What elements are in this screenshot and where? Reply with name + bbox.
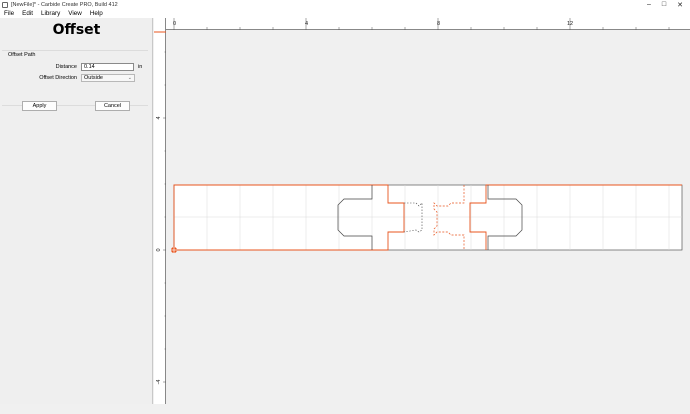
menu-bar: File Edit Library View Help xyxy=(0,9,690,18)
status-bar xyxy=(0,404,690,414)
offset-panel: Offset Offset Path Distance 0.14 in Offs… xyxy=(0,18,153,404)
distance-unit: in xyxy=(138,64,143,70)
apply-button[interactable]: Apply xyxy=(22,101,57,111)
origin-marker-icon xyxy=(171,247,177,253)
v-tick-label: -4 xyxy=(156,380,162,385)
h-tick-label: 12 xyxy=(567,21,573,27)
chevron-down-icon: ⌄ xyxy=(127,75,132,81)
menu-library[interactable]: Library xyxy=(41,10,60,17)
cancel-button[interactable]: Cancel xyxy=(95,101,130,111)
v-tick-label: 0 xyxy=(156,248,162,251)
h-tick-label: 4 xyxy=(305,21,308,27)
menu-edit[interactable]: Edit xyxy=(22,10,33,17)
offset-path-label: Offset Path xyxy=(8,52,36,58)
offset-direction-label: Offset Direction xyxy=(39,75,77,81)
minimize-button[interactable]: – xyxy=(642,0,656,9)
distance-label: Distance xyxy=(55,64,77,70)
h-tick-label: 8 xyxy=(437,21,440,27)
vertical-ruler: 4 0 -4 xyxy=(154,18,166,404)
stock-area[interactable] xyxy=(173,184,683,251)
h-tick-label: 0 xyxy=(173,21,176,27)
panel-heading: Offset xyxy=(52,22,101,38)
distance-input[interactable]: 0.14 xyxy=(81,63,134,71)
design-canvas[interactable] xyxy=(166,31,690,404)
carbide-create-icon xyxy=(2,1,8,8)
offset-direction-value: Outside xyxy=(84,75,103,81)
menu-view[interactable]: View xyxy=(68,10,82,17)
title-bar: [NewFile]* - Carbide Create PRO, Build 4… xyxy=(0,0,690,9)
window-title: [NewFile]* - Carbide Create PRO, Build 4… xyxy=(11,1,118,8)
maximize-button[interactable]: □ xyxy=(657,0,671,9)
offset-direction-select[interactable]: Outside ⌄ xyxy=(81,74,135,82)
v-tick-label: 4 xyxy=(156,116,162,119)
close-button[interactable]: ✕ xyxy=(673,0,687,9)
menu-file[interactable]: File xyxy=(4,10,14,17)
horizontal-ruler: 0 4 8 12 xyxy=(166,18,690,30)
menu-help[interactable]: Help xyxy=(90,10,103,17)
